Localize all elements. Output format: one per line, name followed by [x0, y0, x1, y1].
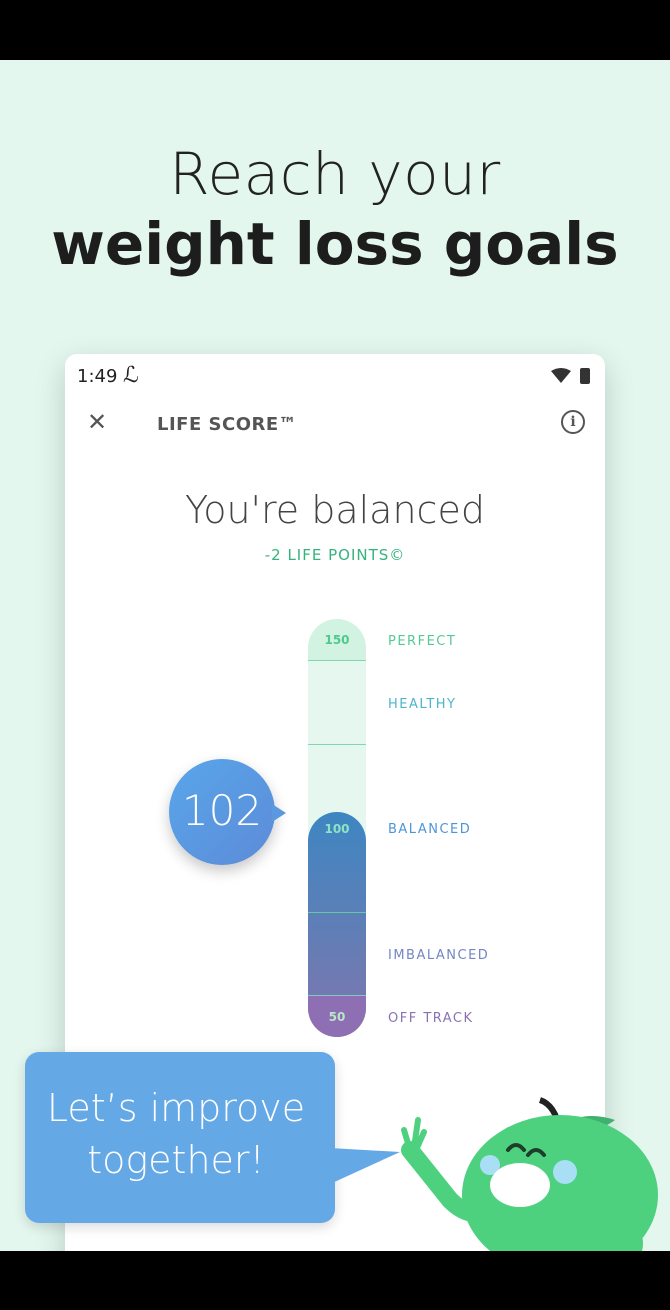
- gauge-value-50: 50: [328, 1010, 346, 1024]
- gauge-value-150: 150: [324, 633, 350, 647]
- current-score: 102: [181, 786, 263, 835]
- app-title: LIFE SCORE™: [157, 414, 298, 435]
- speech-text: Let’s improve together!: [25, 1082, 327, 1186]
- status-bar: 1:49 ℒ: [65, 354, 605, 400]
- life-points-label: -2 LIFE POINTS©: [264, 546, 406, 564]
- gauge-divider: [308, 912, 366, 913]
- state-title: You're balanced: [185, 488, 485, 532]
- gauge-divider: [308, 660, 366, 661]
- headline-line2: weight loss goals: [51, 210, 619, 278]
- speech-line2: together!: [87, 1138, 265, 1182]
- app-notification-icon: ℒ: [123, 363, 139, 388]
- app-bar: ✕ LIFE SCORE™ i: [65, 400, 605, 450]
- gauge-value-100: 100: [324, 822, 350, 836]
- label-perfect: PERFECT: [388, 634, 457, 649]
- label-off-track: OFF TRACK: [388, 1011, 474, 1026]
- bottom-black-bar: [0, 1251, 670, 1310]
- label-imbalanced: IMBALANCED: [388, 948, 490, 963]
- apple-mascot-icon: [401, 1097, 658, 1251]
- gauge-divider: [308, 744, 366, 745]
- status-time: 1:49: [77, 366, 118, 387]
- wifi-icon: [551, 368, 571, 383]
- promo-stage: Reach your weight loss goals 1:49 ℒ ✕ LI…: [0, 60, 670, 1251]
- label-balanced: BALANCED: [388, 822, 472, 837]
- label-healthy: HEALTHY: [388, 697, 457, 712]
- close-icon[interactable]: ✕: [87, 408, 107, 436]
- battery-icon: [580, 368, 590, 384]
- speech-line1: Let’s improve: [46, 1086, 306, 1130]
- info-icon[interactable]: i: [561, 410, 585, 434]
- life-score-gauge: 150 100 50: [308, 619, 366, 1037]
- top-black-bar: [0, 0, 670, 60]
- headline-line1: Reach your: [169, 140, 501, 208]
